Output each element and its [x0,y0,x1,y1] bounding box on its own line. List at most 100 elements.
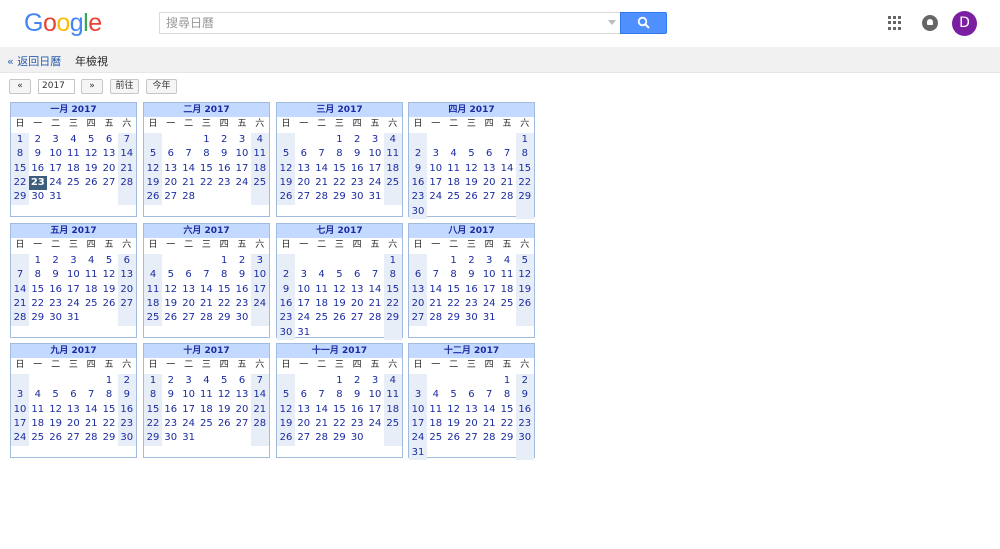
day-cell[interactable]: 24 [47,176,65,190]
month-title[interactable]: 十月 2017 [144,344,269,358]
day-cell[interactable]: 27 [117,296,136,311]
day-cell[interactable]: 20 [348,297,366,311]
day-cell[interactable]: 25 [383,416,402,431]
day-cell[interactable]: 21 [313,417,331,431]
day-cell[interactable]: 8 [330,147,348,161]
day-cell[interactable]: 26 [277,431,295,446]
day-cell[interactable]: 26 [515,296,534,311]
day-cell[interactable]: 15 [29,283,47,297]
day-cell[interactable]: 29 [445,311,463,325]
day-cell[interactable]: 13 [295,403,313,417]
day-cell[interactable]: 16 [117,402,136,417]
month-title[interactable]: 十二月 2017 [409,344,534,358]
day-cell[interactable]: 17 [180,403,198,417]
day-cell[interactable]: 6 [295,388,313,402]
day-cell[interactable]: 3 [480,254,498,268]
day-cell[interactable]: 16 [515,402,534,417]
day-cell[interactable]: 27 [295,431,313,445]
day-cell[interactable]: 27 [480,190,498,204]
day-cell[interactable]: 17 [11,416,29,431]
day-cell[interactable]: 11 [313,283,331,297]
day-cell[interactable]: 8 [445,268,463,282]
day-cell[interactable]: 25 [64,176,82,190]
day-cell[interactable]: 31 [480,311,498,325]
day-cell[interactable]: 16 [348,403,366,417]
day-cell[interactable]: 13 [348,283,366,297]
chevron-down-icon[interactable] [608,20,616,25]
day-cell[interactable]: 20 [233,403,251,417]
day-cell[interactable]: 11 [197,388,215,402]
day-cell[interactable]: 5 [100,254,118,268]
day-cell[interactable]: 14 [117,147,136,162]
day-cell[interactable]: 19 [144,175,162,190]
day-cell[interactable]: 5 [515,254,534,268]
day-cell[interactable]: 11 [445,162,463,176]
day-cell[interactable]: 3 [64,254,82,268]
day-cell[interactable]: 7 [498,147,516,161]
day-cell[interactable]: 4 [29,388,47,402]
day-cell[interactable]: 25 [498,297,516,311]
day-cell[interactable]: 26 [162,311,180,325]
day-cell[interactable]: 8 [11,147,29,162]
day-cell[interactable]: 4 [197,374,215,388]
day-cell[interactable]: 21 [82,417,100,431]
day-cell[interactable]: 4 [445,147,463,161]
day-cell[interactable]: 16 [277,296,295,311]
notifications-icon[interactable] [922,15,938,31]
day-cell[interactable]: 1 [144,374,162,388]
day-cell[interactable]: 2 [29,133,47,147]
day-cell[interactable]: 23 [215,176,233,190]
day-cell[interactable]: 5 [462,147,480,161]
day-cell[interactable]: 8 [498,388,516,402]
day-cell[interactable]: 15 [330,162,348,176]
day-cell[interactable]: 3 [250,254,269,268]
day-cell[interactable]: 3 [11,388,29,403]
day-cell[interactable]: 25 [82,297,100,311]
day-cell[interactable]: 8 [197,147,215,161]
day-cell[interactable]: 30 [162,431,180,445]
month-title[interactable]: 十一月 2017 [277,344,402,358]
day-cell[interactable]: 20 [162,176,180,190]
day-cell[interactable]: 23 [162,417,180,431]
day-cell[interactable]: 12 [162,283,180,297]
day-cell[interactable]: 7 [180,147,198,161]
day-cell[interactable]: 3 [409,388,427,403]
day-cell[interactable]: 24 [11,431,29,446]
day-cell[interactable]: 11 [29,403,47,417]
day-cell[interactable]: 13 [180,283,198,297]
day-cell[interactable]: 16 [233,283,251,297]
day-cell[interactable]: 25 [383,175,402,190]
day-cell[interactable]: 12 [445,403,463,417]
day-cell[interactable]: 6 [117,254,136,268]
day-cell[interactable]: 28 [313,190,331,204]
day-cell[interactable]: 25 [197,417,215,431]
day-cell[interactable]: 6 [295,147,313,161]
day-cell[interactable]: 28 [366,311,384,325]
back-to-calendar-link[interactable]: « 返回日曆 [7,53,61,69]
day-cell[interactable]: 31 [295,326,313,340]
day-cell[interactable]: 18 [498,283,516,297]
day-cell[interactable]: 26 [144,190,162,205]
day-cell[interactable]: 21 [117,161,136,176]
day-cell[interactable]: 23 [348,417,366,431]
day-cell[interactable]: 20 [295,176,313,190]
day-cell[interactable]: 10 [250,268,269,283]
day-cell[interactable]: 28 [117,175,136,190]
day-cell[interactable]: 24 [233,176,251,190]
day-cell[interactable]: 30 [277,325,295,340]
day-cell[interactable]: 12 [277,161,295,176]
day-cell[interactable]: 22 [215,297,233,311]
day-cell[interactable]: 14 [250,388,269,403]
day-cell[interactable]: 25 [445,190,463,204]
day-cell[interactable]: 1 [445,254,463,268]
day-cell[interactable]: 27 [348,311,366,325]
day-cell[interactable]: 25 [144,311,162,326]
day-cell[interactable]: 6 [348,268,366,282]
day-cell[interactable]: 13 [117,268,136,283]
day-cell[interactable]: 13 [462,403,480,417]
day-cell[interactable]: 26 [462,190,480,204]
day-cell[interactable]: 24 [295,311,313,325]
day-cell[interactable]: 10 [64,268,82,282]
month-title[interactable]: 五月 2017 [11,224,136,238]
day-cell[interactable]: 23 [277,311,295,326]
